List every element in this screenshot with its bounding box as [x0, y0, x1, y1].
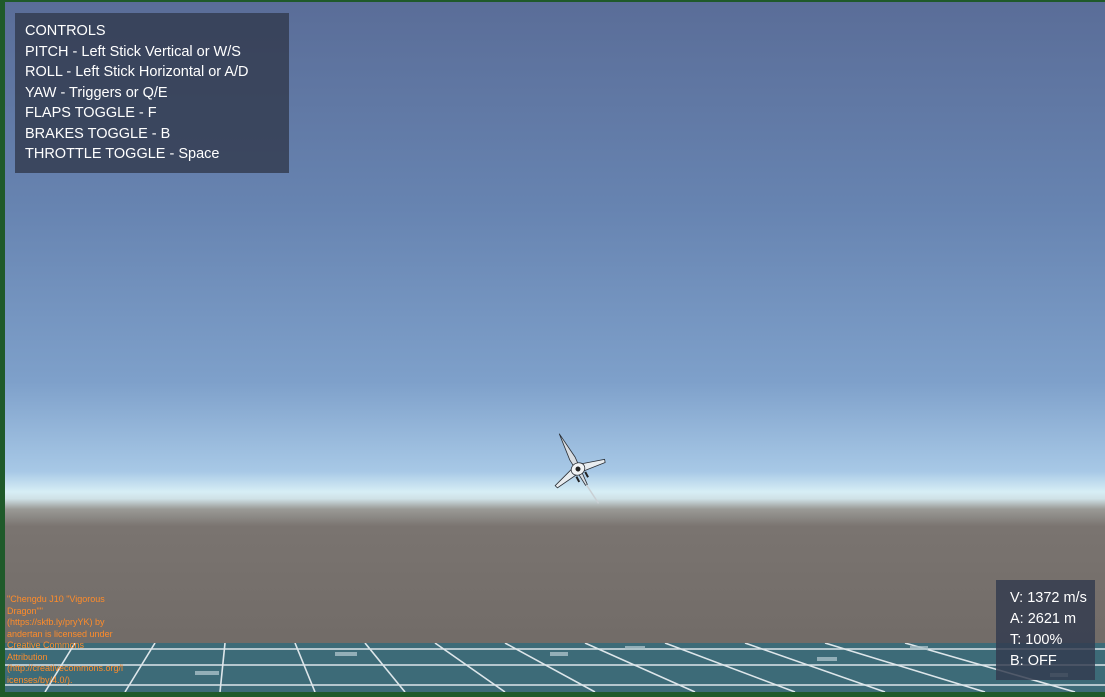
control-roll: ROLL - Left Stick Horizontal or A/D: [25, 64, 249, 80]
fighter-jet-icon: [554, 433, 606, 504]
control-pitch: PITCH - Left Stick Vertical or W/S: [25, 43, 241, 60]
model-attribution: "Chengdu J10 "Vigorous Dragon"" (https:/…: [7, 594, 124, 685]
hud-altitude: A: 2621 m: [1010, 611, 1077, 627]
control-yaw: YAW - Triggers or Q/E: [25, 84, 168, 101]
flight-hud: V: 1372 m/s A: 2621 m T: 100% B: OFF: [996, 580, 1095, 680]
hud-velocity: V: 1372 m/s: [1010, 590, 1087, 606]
game-viewport[interactable]: CONTROLS PITCH - Left Stick Vertical or …: [5, 2, 1105, 692]
controls-panel: CONTROLS PITCH - Left Stick Vertical or …: [15, 13, 289, 173]
control-flaps: FLAPS TOGGLE - F: [25, 105, 157, 121]
ground-grid: [5, 643, 1105, 692]
controls-title: CONTROLS: [25, 23, 106, 39]
hud-throttle: T: 100%: [1010, 632, 1063, 648]
control-throttle: THROTTLE TOGGLE - Space: [25, 146, 220, 162]
hud-brakes: B: OFF: [1010, 653, 1057, 669]
control-brakes: BRAKES TOGGLE - B: [25, 125, 171, 142]
